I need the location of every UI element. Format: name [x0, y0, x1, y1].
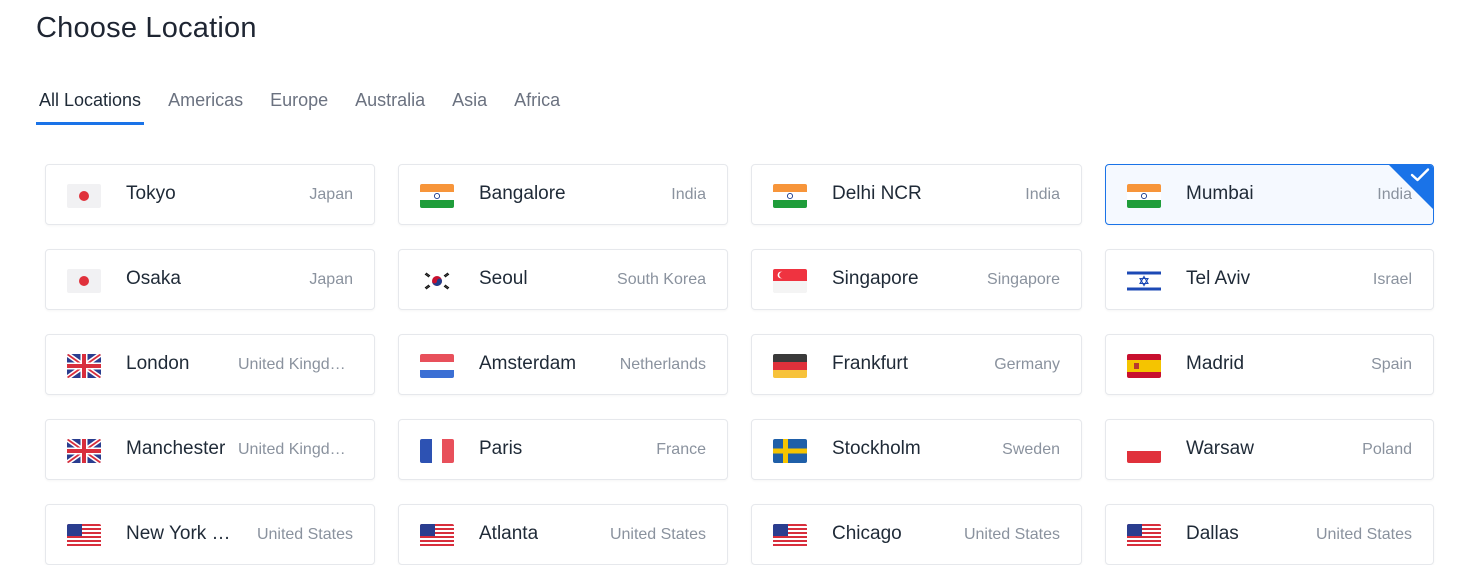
city-name: Warsaw: [1186, 438, 1254, 459]
location-card-paris[interactable]: Paris France: [398, 419, 728, 480]
tab-africa[interactable]: Africa: [511, 86, 563, 124]
india-flag-icon: [773, 184, 807, 208]
city-name: Paris: [479, 438, 523, 459]
city-name: Amsterdam: [479, 353, 577, 374]
usa-flag-icon: [1127, 524, 1161, 548]
checkmark-icon: [1410, 167, 1430, 183]
country-name: India: [1025, 186, 1060, 203]
israel-flag-icon: [1127, 269, 1161, 293]
location-card-tel-aviv[interactable]: Tel Aviv Israel: [1105, 249, 1434, 310]
country-name: United Kingdo…: [238, 356, 353, 373]
india-flag-icon: [420, 184, 454, 208]
country-name: United States: [963, 526, 1060, 543]
page-title: Choose Location: [36, 12, 257, 44]
city-name: Manchester: [126, 438, 226, 459]
tab-americas[interactable]: Americas: [165, 86, 246, 124]
country-name: Netherlands: [619, 356, 706, 373]
netherlands-flag-icon: [420, 354, 454, 378]
singapore-flag-icon: [773, 269, 807, 293]
location-card-seoul[interactable]: Seoul South Korea: [398, 249, 728, 310]
location-card-frankfurt[interactable]: Frankfurt Germany: [751, 334, 1082, 395]
india-flag-icon: [1127, 184, 1161, 208]
location-card-london[interactable]: London United Kingdo…: [45, 334, 375, 395]
usa-flag-icon: [67, 524, 101, 548]
country-name: France: [656, 441, 706, 458]
city-name: Bangalore: [479, 183, 566, 204]
city-name: Osaka: [126, 268, 181, 289]
usa-flag-icon: [773, 524, 807, 548]
tab-all-locations[interactable]: All Locations: [36, 86, 145, 125]
location-card-madrid[interactable]: Madrid Spain: [1105, 334, 1434, 395]
country-name: Spain: [1371, 356, 1412, 373]
city-name: London: [126, 353, 190, 374]
location-card-singapore[interactable]: Singapore Singapore: [751, 249, 1082, 310]
region-tabs: All Locations Americas Europe Australia …: [36, 86, 584, 126]
location-card-new-york[interactable]: New York (… United States: [45, 504, 375, 565]
country-name: Japan: [309, 271, 353, 288]
location-card-chicago[interactable]: Chicago United States: [751, 504, 1082, 565]
country-name: Japan: [309, 186, 353, 203]
city-name: Seoul: [479, 268, 528, 289]
tab-europe[interactable]: Europe: [267, 86, 331, 124]
country-name: Singapore: [987, 271, 1060, 288]
country-name: Israel: [1372, 271, 1412, 288]
uk-flag-icon: [67, 439, 101, 463]
location-card-manchester[interactable]: Manchester United Kingdo…: [45, 419, 375, 480]
japan-flag-icon: [67, 269, 101, 293]
south-korea-flag-icon: [420, 269, 454, 293]
location-card-stockholm[interactable]: Stockholm Sweden: [751, 419, 1082, 480]
poland-flag-icon: [1127, 439, 1161, 463]
city-name: Delhi NCR: [832, 183, 922, 204]
city-name: Chicago: [832, 523, 902, 544]
city-name: Tokyo: [126, 183, 176, 204]
country-name: Germany: [994, 356, 1060, 373]
location-card-bangalore[interactable]: Bangalore India: [398, 164, 728, 225]
city-name: Stockholm: [832, 438, 921, 459]
country-name: Sweden: [1002, 441, 1060, 458]
tab-australia[interactable]: Australia: [352, 86, 428, 124]
city-name: Frankfurt: [832, 353, 909, 374]
spain-flag-icon: [1127, 354, 1161, 378]
location-card-osaka[interactable]: Osaka Japan: [45, 249, 375, 310]
country-name: United States: [256, 526, 353, 543]
city-name: Tel Aviv: [1186, 268, 1251, 289]
city-name: Dallas: [1186, 523, 1239, 544]
city-name: Atlanta: [479, 523, 539, 544]
location-card-delhi-ncr[interactable]: Delhi NCR India: [751, 164, 1082, 225]
city-name: New York (…: [126, 523, 236, 544]
location-card-mumbai[interactable]: Mumbai India: [1105, 164, 1434, 225]
japan-flag-icon: [67, 184, 101, 208]
uk-flag-icon: [67, 354, 101, 378]
usa-flag-icon: [420, 524, 454, 548]
location-card-amsterdam[interactable]: Amsterdam Netherlands: [398, 334, 728, 395]
country-name: India: [671, 186, 706, 203]
location-card-dallas[interactable]: Dallas United States: [1105, 504, 1434, 565]
city-name: Mumbai: [1186, 183, 1254, 204]
country-name: United States: [1315, 526, 1412, 543]
country-name: United States: [609, 526, 706, 543]
tab-asia[interactable]: Asia: [449, 86, 490, 124]
country-name: United Kingdo…: [238, 441, 353, 458]
location-grid: Tokyo Japan Bangalore India Delhi NCR India Mu…: [45, 164, 1434, 565]
country-name: Poland: [1362, 441, 1412, 458]
country-name: South Korea: [617, 271, 706, 288]
france-flag-icon: [420, 439, 454, 463]
city-name: Madrid: [1186, 353, 1245, 374]
location-card-warsaw[interactable]: Warsaw Poland: [1105, 419, 1434, 480]
city-name: Singapore: [832, 268, 919, 289]
sweden-flag-icon: [773, 439, 807, 463]
location-card-tokyo[interactable]: Tokyo Japan: [45, 164, 375, 225]
germany-flag-icon: [773, 354, 807, 378]
location-card-atlanta[interactable]: Atlanta United States: [398, 504, 728, 565]
